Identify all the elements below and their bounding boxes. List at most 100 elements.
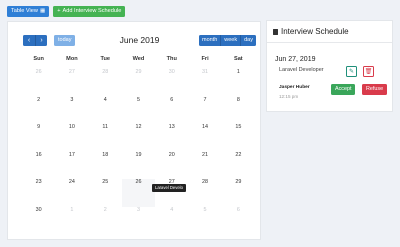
calendar-day-cell[interactable]: 31 <box>188 69 221 97</box>
day-number: 18 <box>102 151 109 158</box>
weekday-header: Wed <box>132 56 145 62</box>
day-number: 13 <box>168 124 175 130</box>
calendar-day-cell[interactable]: 28 <box>188 179 221 207</box>
day-number: 6 <box>236 206 240 213</box>
calendar-day-cell[interactable]: 12 <box>122 124 155 152</box>
calendar-day-cell[interactable]: 1 <box>55 207 88 235</box>
day-number: 19 <box>135 151 142 158</box>
calendar-week-row: 16 17 18 19 20 21 22 <box>22 152 255 180</box>
calendar-day-cell[interactable]: 13 <box>155 124 188 152</box>
calendar-day-cell[interactable]: 5 <box>188 207 221 235</box>
top-toolbar: Table View ▦ + Add Interview Schedule <box>7 6 126 17</box>
day-number: 25 <box>102 179 109 185</box>
weekday-header: Fri <box>201 56 209 62</box>
next-month-button[interactable]: › <box>35 35 47 46</box>
prev-month-button[interactable]: ‹ <box>23 35 35 46</box>
day-number: 17 <box>68 151 75 158</box>
calendar-day-cell[interactable]: 29 <box>222 179 255 207</box>
calendar-day-cell[interactable]: 28 <box>89 69 122 97</box>
calendar-day-cell[interactable]: 20 <box>155 152 188 180</box>
refuse-button[interactable]: Refuse <box>362 84 388 95</box>
table-view-button[interactable]: Table View ▦ <box>7 6 50 17</box>
day-number: 4 <box>103 96 107 103</box>
calendar-day-cell[interactable]: 6 <box>155 97 188 125</box>
day-number: 10 <box>68 124 75 130</box>
day-number: 5 <box>136 96 140 103</box>
day-number: 2 <box>37 96 41 103</box>
nav-button-group: ‹ › <box>23 35 47 46</box>
calendar-day-cell[interactable]: 6 <box>222 207 255 235</box>
calendar-day-cell[interactable]: 26 <box>121 179 156 207</box>
calendar-week-row: 26 27 28 29 30 31 1 <box>22 69 255 97</box>
calendar-toolbar: June 2019 ‹ › today month week day <box>23 35 256 46</box>
calendar-day-cell[interactable]: 24 <box>55 179 88 207</box>
day-number: 21 <box>202 151 209 158</box>
calendar-day-cell[interactable]: 9 <box>22 124 55 152</box>
interview-schedule-panel: Interview Schedule Jun 27, 2019 Laravel … <box>266 20 393 112</box>
edit-button[interactable]: ✎ <box>346 66 357 77</box>
calendar-day-cell[interactable]: 19 <box>122 152 155 180</box>
calendar-week-row: 9 10 11 12 13 14 15 <box>22 124 255 152</box>
calendar-day-cell[interactable]: 7 <box>188 97 221 125</box>
day-number: 11 <box>102 124 108 130</box>
calendar-day-cell[interactable]: 3 <box>122 207 155 235</box>
view-switcher: month week day <box>198 35 256 46</box>
calendar-day-cell[interactable]: 26 <box>22 69 55 97</box>
table-view-label: Table View <box>11 8 38 14</box>
day-number: 5 <box>203 206 207 213</box>
day-number: 26 <box>135 179 142 185</box>
day-number: 20 <box>168 151 175 158</box>
weekday-header: Mon <box>66 56 78 62</box>
chevron-left-icon: ‹ <box>27 37 31 44</box>
add-interview-schedule-button[interactable]: + Add Interview Schedule <box>53 6 126 17</box>
day-number: 28 <box>202 179 209 185</box>
calendar-day-cell[interactable]: 30 <box>155 69 188 97</box>
weekday-header: Tue <box>100 56 110 62</box>
calendar-day-cell[interactable]: 16 <box>22 152 55 180</box>
add-interview-label: Add Interview Schedule <box>62 8 122 14</box>
calendar-day-cell[interactable]: 11 <box>89 124 122 152</box>
calendar-day-cell[interactable]: 2 <box>22 97 55 125</box>
day-number: 16 <box>35 151 42 158</box>
weekday-header: Sun <box>33 56 44 62</box>
day-number: 29 <box>135 69 142 75</box>
calendar-day-cell[interactable]: 1 <box>222 69 255 97</box>
view-month-button[interactable]: month <box>198 35 221 46</box>
calendar-day-cell[interactable]: 4 <box>155 207 188 235</box>
calendar-day-cell[interactable]: 2 <box>89 207 122 235</box>
day-number: 1 <box>236 69 240 75</box>
day-number: 12 <box>135 124 142 130</box>
calendar-day-cell[interactable]: 15 <box>222 124 255 152</box>
view-week-button[interactable]: week <box>220 35 241 46</box>
calendar-day-cell[interactable]: 17 <box>55 152 88 180</box>
pencil-icon: ✎ <box>348 69 355 75</box>
delete-button[interactable]: 🗑 <box>363 66 374 77</box>
calendar-day-cell[interactable]: 23 <box>22 179 55 207</box>
calendar-day-cell[interactable]: 30 <box>22 207 55 235</box>
calendar-grid: 26 27 28 29 30 31 1 2 3 4 5 6 7 8 9 10 11 12 13 14 15 16 17 18 1… <box>22 69 255 234</box>
calendar-day-cell[interactable]: 25 <box>89 179 122 207</box>
calendar-day-cell[interactable]: 29 <box>122 69 155 97</box>
day-number: 24 <box>68 179 75 185</box>
weekday-header-row: Sun Mon Tue Wed Thu Fri Sat <box>22 56 255 62</box>
day-number: 4 <box>170 206 174 213</box>
day-number: 28 <box>102 69 109 75</box>
calendar-day-cell[interactable]: 18 <box>89 152 122 180</box>
calendar-day-cell[interactable]: 27 <box>55 69 88 97</box>
accept-button[interactable]: Accept <box>331 84 356 95</box>
plus-icon: + <box>57 8 61 14</box>
calendar-day-cell[interactable]: 21 <box>188 152 221 180</box>
day-number: 7 <box>203 96 207 103</box>
calendar-day-cell[interactable]: 22 <box>222 152 255 180</box>
calendar-day-cell[interactable]: 5 <box>122 97 155 125</box>
calendar-day-cell[interactable]: 14 <box>188 124 221 152</box>
schedule-role: Laravel Developer <box>279 67 324 73</box>
view-day-button[interactable]: day <box>240 35 256 46</box>
day-number: 14 <box>202 124 209 130</box>
calendar-day-cell[interactable]: 4 <box>89 97 122 125</box>
weekday-header: Sat <box>233 56 243 62</box>
calendar-day-cell[interactable]: 8 <box>222 97 255 125</box>
calendar-day-cell[interactable]: 3 <box>55 97 88 125</box>
calendar-day-cell[interactable]: 10 <box>55 124 88 152</box>
today-button[interactable]: today <box>54 35 76 46</box>
